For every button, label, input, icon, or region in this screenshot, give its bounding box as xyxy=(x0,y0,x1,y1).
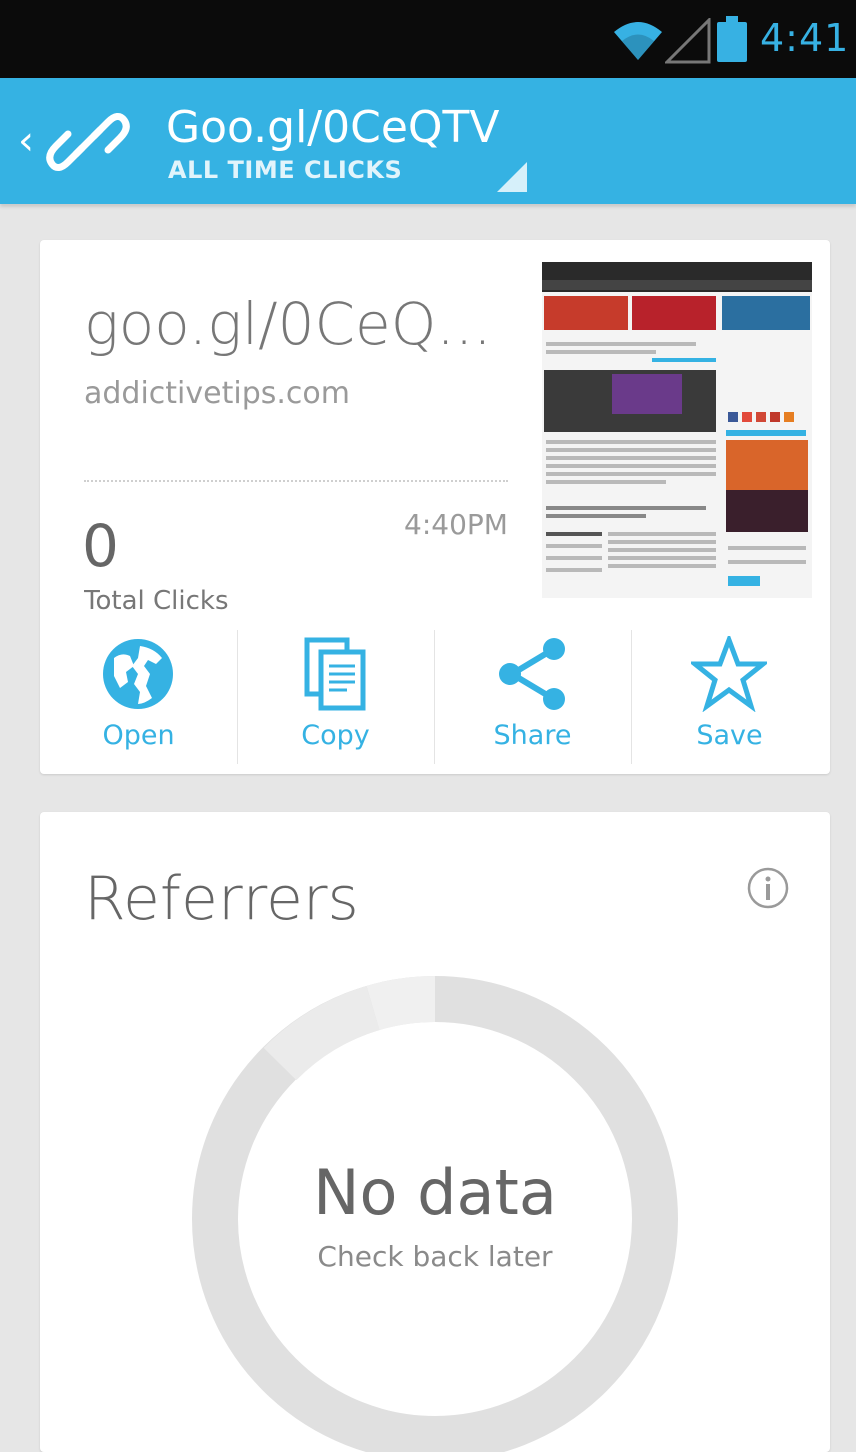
link-icon[interactable] xyxy=(46,104,130,180)
signal-icon xyxy=(665,18,711,64)
globe-icon xyxy=(103,639,173,709)
up-navigation[interactable]: ‹ xyxy=(18,118,34,164)
link-domain: addictivetips.com xyxy=(84,376,350,411)
total-clicks-count: 0 xyxy=(82,512,119,580)
link-card: goo.gl/0CeQ... addictivetips.com 0 Total… xyxy=(40,240,830,774)
copy-button[interactable]: Copy xyxy=(237,620,434,774)
wifi-icon xyxy=(614,22,662,60)
action-bar: ‹ Goo.gl/0CeQTV ALL TIME CLICKS xyxy=(0,78,856,204)
open-label: Open xyxy=(102,720,175,751)
status-bar: 4:41 xyxy=(0,0,856,78)
action-bar-subtitle[interactable]: ALL TIME CLICKS xyxy=(168,156,402,184)
share-button[interactable]: Share xyxy=(434,620,631,774)
info-icon[interactable] xyxy=(746,866,790,910)
copy-icon xyxy=(304,637,366,711)
star-icon xyxy=(691,636,767,712)
share-label: Share xyxy=(493,720,572,751)
save-button[interactable]: Save xyxy=(631,620,828,774)
referrers-title: Referrers xyxy=(84,864,359,934)
total-clicks-label: Total Clicks xyxy=(84,586,229,612)
battery-icon xyxy=(717,16,747,62)
copy-label: Copy xyxy=(301,720,370,751)
link-actions: Open Copy Share Save xyxy=(40,620,830,774)
share-icon xyxy=(499,638,565,710)
save-label: Save xyxy=(696,720,763,751)
page-thumbnail[interactable] xyxy=(542,262,812,598)
open-button[interactable]: Open xyxy=(40,620,237,774)
created-time: 4:40PM xyxy=(404,508,508,541)
divider xyxy=(84,480,508,482)
no-data-title: No data xyxy=(313,1156,557,1229)
referrers-card: Referrers No data Check back later xyxy=(40,812,830,1452)
clock: 4:41 xyxy=(760,16,850,60)
spinner-indicator[interactable] xyxy=(497,162,527,192)
short-url: goo.gl/0CeQ... xyxy=(84,290,492,358)
no-data-subtitle: Check back later xyxy=(317,1240,553,1273)
action-bar-title[interactable]: Goo.gl/0CeQTV xyxy=(166,102,500,153)
